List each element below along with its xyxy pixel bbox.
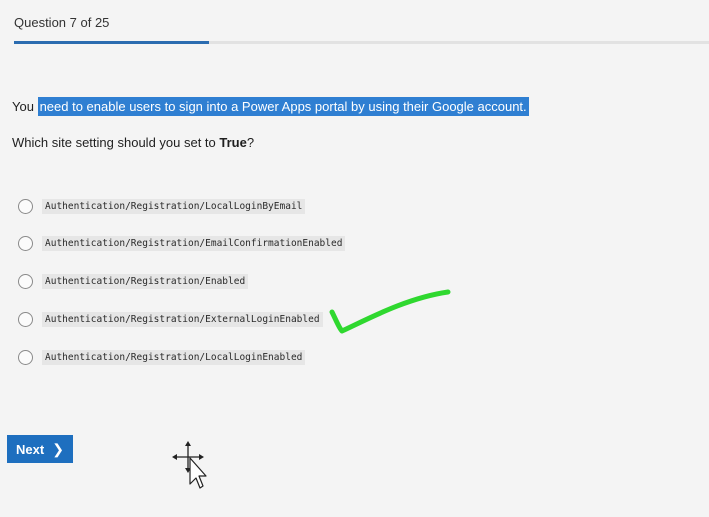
answer-option-label: Authentication/Registration/LocalLoginBy… [42, 199, 306, 214]
radio-button[interactable] [18, 312, 33, 327]
question-highlighted-text: need to enable users to sign into a Powe… [37, 97, 529, 116]
prompt-text: Which site setting should you set to [12, 135, 220, 150]
question-text: You need to enable users to sign into a … [12, 97, 529, 116]
answer-option-label: Authentication/Registration/LocalLoginEn… [42, 350, 306, 365]
prompt-emphasis: True [219, 135, 247, 150]
answer-option-label: Authentication/Registration/EmailConfirm… [42, 236, 346, 251]
next-button[interactable]: Next ❯ [7, 435, 73, 463]
next-button-label: Next [16, 441, 45, 457]
radio-button[interactable] [18, 199, 33, 214]
answer-option[interactable]: Authentication/Registration/Enabled [18, 274, 249, 289]
progress-bar-fill [14, 41, 209, 44]
progress-label: Question 7 of 25 [14, 15, 110, 30]
chevron-right-icon: ❯ [52, 440, 64, 457]
progress-bar [14, 41, 709, 44]
radio-button[interactable] [18, 350, 33, 365]
radio-button[interactable] [18, 236, 33, 251]
answer-option[interactable]: Authentication/Registration/EmailConfirm… [18, 236, 346, 251]
question-lead: You [12, 99, 34, 114]
checkmark-icon [329, 289, 451, 334]
prompt-end: ? [246, 135, 255, 150]
question-prompt: Which site setting should you set to Tru… [12, 135, 254, 150]
answer-option-label: Authentication/Registration/ExternalLogi… [42, 312, 323, 327]
radio-button[interactable] [18, 274, 33, 289]
move-cursor-icon [172, 441, 207, 489]
answer-option-label: Authentication/Registration/Enabled [42, 274, 249, 289]
answer-option[interactable]: Authentication/Registration/LocalLoginBy… [18, 199, 306, 214]
answer-option[interactable]: Authentication/Registration/ExternalLogi… [18, 312, 323, 327]
answer-option[interactable]: Authentication/Registration/LocalLoginEn… [18, 350, 306, 365]
